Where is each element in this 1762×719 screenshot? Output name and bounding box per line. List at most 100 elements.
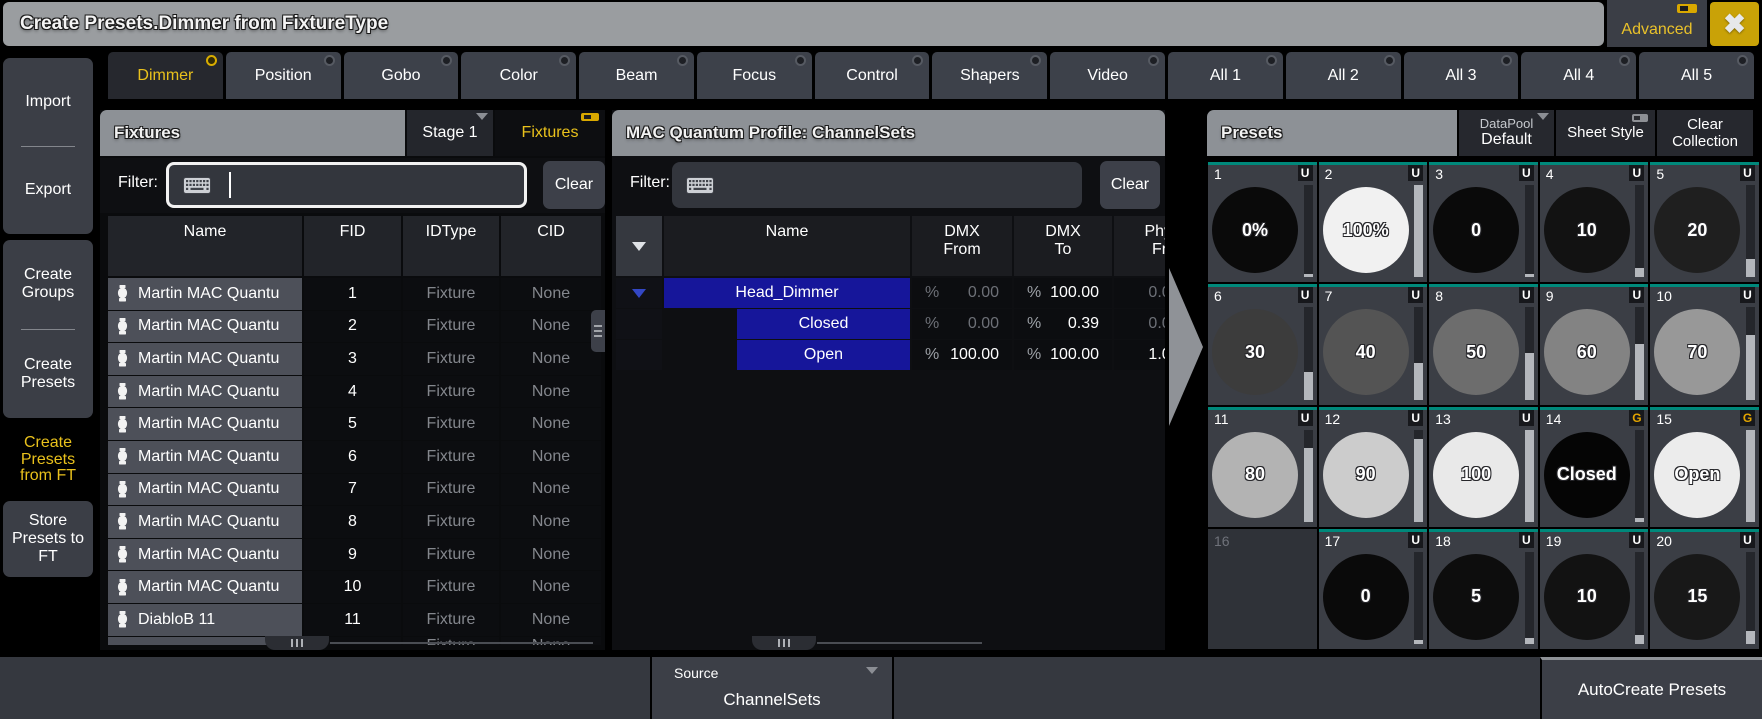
tab-color[interactable]: Color [461, 52, 576, 99]
preset-tile-10[interactable]: 10U70 [1650, 284, 1759, 404]
preset-tile-17[interactable]: 17U0 [1319, 529, 1428, 649]
preset-tile-11[interactable]: 11U80 [1208, 407, 1317, 527]
tab-gobo[interactable]: Gobo [344, 52, 459, 99]
preset-level-slider[interactable] [1525, 552, 1534, 644]
preset-level-slider[interactable] [1414, 430, 1423, 522]
column-header-dmx-to[interactable]: DMX To [1014, 216, 1112, 276]
tab-position[interactable]: Position [226, 52, 341, 99]
channelsets-filter-clear-button[interactable]: Clear [1100, 161, 1160, 209]
tab-video[interactable]: Video [1050, 52, 1165, 99]
preset-tile-9[interactable]: 9U60 [1540, 284, 1649, 404]
preset-level-slider[interactable] [1414, 185, 1423, 277]
preset-tile-14[interactable]: 14GClosed [1540, 407, 1649, 527]
presets-panel-titlebar[interactable]: Presets [1207, 110, 1457, 156]
column-header-phys-from[interactable]: Physi Fro [1114, 216, 1165, 276]
create-presets-from-ft-button[interactable]: Create Presets from FT [3, 435, 93, 485]
preset-level-slider[interactable] [1304, 307, 1313, 399]
sheet-style-button[interactable]: Sheet Style [1556, 110, 1655, 156]
tab-shapers[interactable]: Shapers [932, 52, 1047, 99]
column-header-dmx-from[interactable]: DMX From [912, 216, 1012, 276]
column-header-name[interactable]: Name [664, 216, 910, 276]
channelsets-panel-titlebar[interactable]: MAC Quantum Profile: ChannelSets [612, 110, 1165, 156]
fixture-row[interactable]: DiabloB 1111FixtureNone [108, 604, 605, 636]
autocreate-presets-button[interactable]: AutoCreate Presets [1540, 657, 1762, 719]
preset-level-slider[interactable] [1414, 552, 1423, 644]
preset-tile-4[interactable]: 4U10 [1540, 162, 1649, 282]
tab-control[interactable]: Control [815, 52, 930, 99]
channelset-row[interactable]: Closed%0.00%0.390.00 [616, 309, 1165, 339]
preset-level-slider[interactable] [1635, 552, 1644, 644]
datapool-selector-button[interactable]: DataPool Default [1459, 110, 1554, 156]
preset-level-slider[interactable] [1746, 185, 1755, 277]
fixture-row[interactable]: Martin MAC Quantu5FixtureNone [108, 408, 605, 440]
fixtures-filter-input[interactable] [166, 162, 527, 208]
preset-level-slider[interactable] [1525, 185, 1534, 277]
horizontal-scrollbar-track[interactable] [817, 642, 982, 644]
tab-all-4[interactable]: All 4 [1521, 52, 1636, 99]
tab-all-2[interactable]: All 2 [1286, 52, 1401, 99]
preset-tile-3[interactable]: 3U0 [1429, 162, 1538, 282]
tab-dimmer[interactable]: Dimmer [108, 52, 223, 99]
tab-all-5[interactable]: All 5 [1639, 52, 1754, 99]
channelset-row[interactable]: Head_Dimmer%0.00%100.000.00 [616, 278, 1165, 308]
expand-toggle[interactable] [616, 278, 662, 308]
create-groups-button[interactable]: Create Groups [3, 240, 93, 329]
preset-tile-2[interactable]: 2U100% [1319, 162, 1428, 282]
close-button[interactable]: ✖ [1710, 2, 1759, 46]
fixture-row[interactable]: Martin MAC Quantu4FixtureNone [108, 376, 605, 408]
export-button[interactable]: Export [3, 147, 93, 235]
fixtures-filter-clear-button[interactable]: Clear [543, 161, 605, 209]
preset-level-slider[interactable] [1414, 307, 1423, 399]
fixture-row[interactable]: Martin MAC Quantu9FixtureNone [108, 539, 605, 571]
preset-level-slider[interactable] [1304, 430, 1313, 522]
source-dropdown[interactable]: Source ChannelSets [650, 657, 894, 719]
preset-tile-16[interactable]: 16 [1208, 529, 1317, 649]
tab-all-3[interactable]: All 3 [1404, 52, 1519, 99]
channelset-row[interactable]: Open%100.00%100.001.00 [616, 340, 1165, 370]
fixture-row[interactable]: Martin MAC Quantu10FixtureNone [108, 571, 605, 603]
preset-level-slider[interactable] [1746, 430, 1755, 522]
tab-all-1[interactable]: All 1 [1168, 52, 1283, 99]
column-header-idtype[interactable]: IDType [403, 216, 499, 276]
preset-tile-8[interactable]: 8U50 [1429, 284, 1538, 404]
window-titlebar[interactable]: Create Presets.Dimmer from FixtureType [3, 2, 1604, 46]
preset-level-slider[interactable] [1746, 552, 1755, 644]
tab-stage-1[interactable]: Stage 1 [407, 110, 493, 156]
preset-tile-20[interactable]: 20U15 [1650, 529, 1759, 649]
preset-level-slider[interactable] [1635, 307, 1644, 399]
vertical-scrollbar-handle[interactable] [591, 310, 605, 352]
preset-tile-19[interactable]: 19U10 [1540, 529, 1649, 649]
horizontal-scrollbar-handle[interactable] [752, 636, 816, 650]
tab-focus[interactable]: Focus [697, 52, 812, 99]
preset-tile-5[interactable]: 5U20 [1650, 162, 1759, 282]
fixture-row[interactable]: Martin MAC Quantu7FixtureNone [108, 474, 605, 506]
import-button[interactable]: Import [3, 58, 93, 146]
preset-level-slider[interactable] [1746, 307, 1755, 399]
fixture-row[interactable]: Martin MAC Quantu1FixtureNone [108, 278, 605, 310]
tab-beam[interactable]: Beam [579, 52, 694, 99]
fixtures-panel-titlebar[interactable]: Fixtures [100, 110, 405, 156]
fixture-row[interactable]: Martin MAC Quantu3FixtureNone [108, 343, 605, 375]
preset-tile-12[interactable]: 12U90 [1319, 407, 1428, 527]
preset-tile-18[interactable]: 18U5 [1429, 529, 1538, 649]
preset-level-slider[interactable] [1635, 185, 1644, 277]
preset-tile-6[interactable]: 6U30 [1208, 284, 1317, 404]
preset-tile-13[interactable]: 13U100 [1429, 407, 1538, 527]
create-presets-button[interactable]: Create Presets [3, 330, 93, 419]
column-header-cid[interactable]: CID [501, 216, 601, 276]
column-header-name[interactable]: Name [108, 216, 302, 276]
preset-level-slider[interactable] [1304, 185, 1313, 277]
store-presets-to-ft-button[interactable]: Store Presets to FT [3, 501, 93, 577]
tab-fixtures[interactable]: Fixtures [495, 110, 605, 156]
clear-collection-button[interactable]: Clear Collection [1657, 110, 1753, 156]
preset-tile-7[interactable]: 7U40 [1319, 284, 1428, 404]
fixture-row[interactable]: Martin MAC Quantu8FixtureNone [108, 506, 605, 538]
horizontal-scrollbar-track[interactable] [330, 642, 593, 644]
preset-level-slider[interactable] [1525, 430, 1534, 522]
advanced-toggle-button[interactable]: Advanced [1607, 0, 1707, 47]
fixture-row[interactable]: Martin MAC Quantu2FixtureNone [108, 311, 605, 343]
expand-all-header[interactable] [616, 216, 662, 276]
fixture-row[interactable]: Martin MAC Quantu6FixtureNone [108, 441, 605, 473]
preset-level-slider[interactable] [1525, 307, 1534, 399]
preset-tile-15[interactable]: 15GOpen [1650, 407, 1759, 527]
